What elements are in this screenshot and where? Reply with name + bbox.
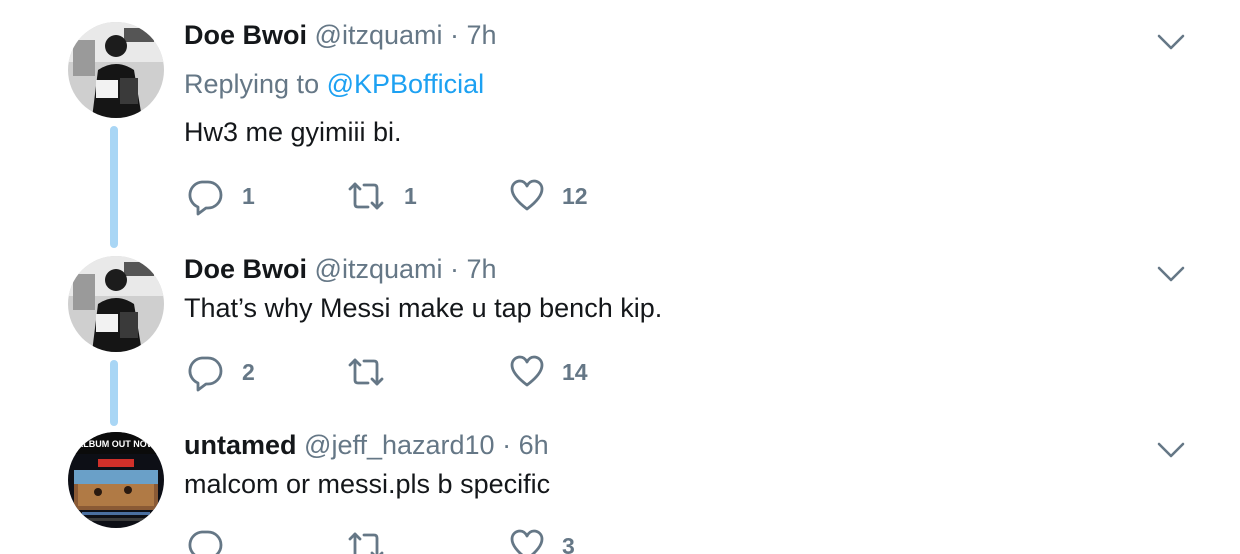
tweet-header: Doe Bwoi @itzquami · 7h [184,252,497,286]
thread-line [110,360,118,426]
username[interactable]: @itzquami [315,20,443,50]
tweet-thread: Doe Bwoi @itzquami · 7h Replying to @KPB… [0,0,1240,554]
tweet-text: That’s why Messi make u tap bench kip. [184,293,663,323]
display-name[interactable]: untamed [184,430,297,460]
chevron-down-icon[interactable] [1156,32,1186,52]
retweet-icon [346,352,386,392]
retweet-icon [346,526,386,554]
retweet-button[interactable]: 1 [346,176,417,216]
like-count: 3 [562,533,575,554]
heart-icon [510,176,544,216]
reply-count: 2 [242,359,255,385]
retweet-count: 1 [404,183,417,209]
reply-button[interactable]: 1 [186,176,255,216]
like-button[interactable]: 12 [510,176,588,216]
avatar[interactable] [68,256,164,352]
like-count: 14 [562,359,588,385]
heart-icon [510,526,544,554]
like-button[interactable]: 14 [510,352,588,392]
reply-icon [186,176,224,216]
display-name[interactable]: Doe Bwoi [184,20,307,50]
like-button[interactable]: 3 [510,526,575,554]
timestamp[interactable]: 7h [467,20,497,50]
separator-dot: · [450,254,459,284]
tweet-header: untamed @jeff_hazard10 · 6h [184,428,549,462]
tweet-2[interactable]: Doe Bwoi @itzquami · 7h That’s why Messi… [0,250,1240,430]
retweet-icon [346,176,386,216]
avatar[interactable] [68,22,164,118]
username[interactable]: @itzquami [315,254,443,284]
tweet-header: Doe Bwoi @itzquami · 7h [184,18,497,52]
like-count: 12 [562,183,588,209]
replying-to: Replying to @KPBofficial [184,67,484,101]
tweet-text: Hw3 me gyimiii bi. [184,117,402,147]
timestamp[interactable]: 7h [467,254,497,284]
separator-dot: · [502,430,512,460]
tweet-1[interactable]: Doe Bwoi @itzquami · 7h Replying to @KPB… [0,0,1240,250]
chevron-down-icon[interactable] [1156,440,1186,460]
replying-to-mention-link[interactable]: @KPBofficial [327,69,484,99]
avatar[interactable]: ALBUM OUT NOW [68,432,164,528]
thread-line [110,126,118,248]
reply-icon [186,526,224,554]
timestamp[interactable]: 6h [519,430,549,460]
chevron-down-icon[interactable] [1156,264,1186,284]
retweet-button[interactable] [346,526,404,554]
reply-count: 1 [242,183,255,209]
heart-icon [510,352,544,392]
avatar-album-text: ALBUM OUT NOW [77,439,156,449]
reply-button[interactable] [186,526,242,554]
replying-to-label: Replying to [184,69,320,99]
reply-button[interactable]: 2 [186,352,255,392]
separator-dot: · [450,20,459,50]
reply-icon [186,352,224,392]
tweet-3[interactable]: ALBUM OUT NOW untamed @jeff_hazard10 · 6… [0,430,1240,554]
display-name[interactable]: Doe Bwoi [184,254,307,284]
username[interactable]: @jeff_hazard10 [304,430,495,460]
retweet-button[interactable] [346,352,404,392]
tweet-text: malcom or messi.pls b specific [184,469,551,499]
